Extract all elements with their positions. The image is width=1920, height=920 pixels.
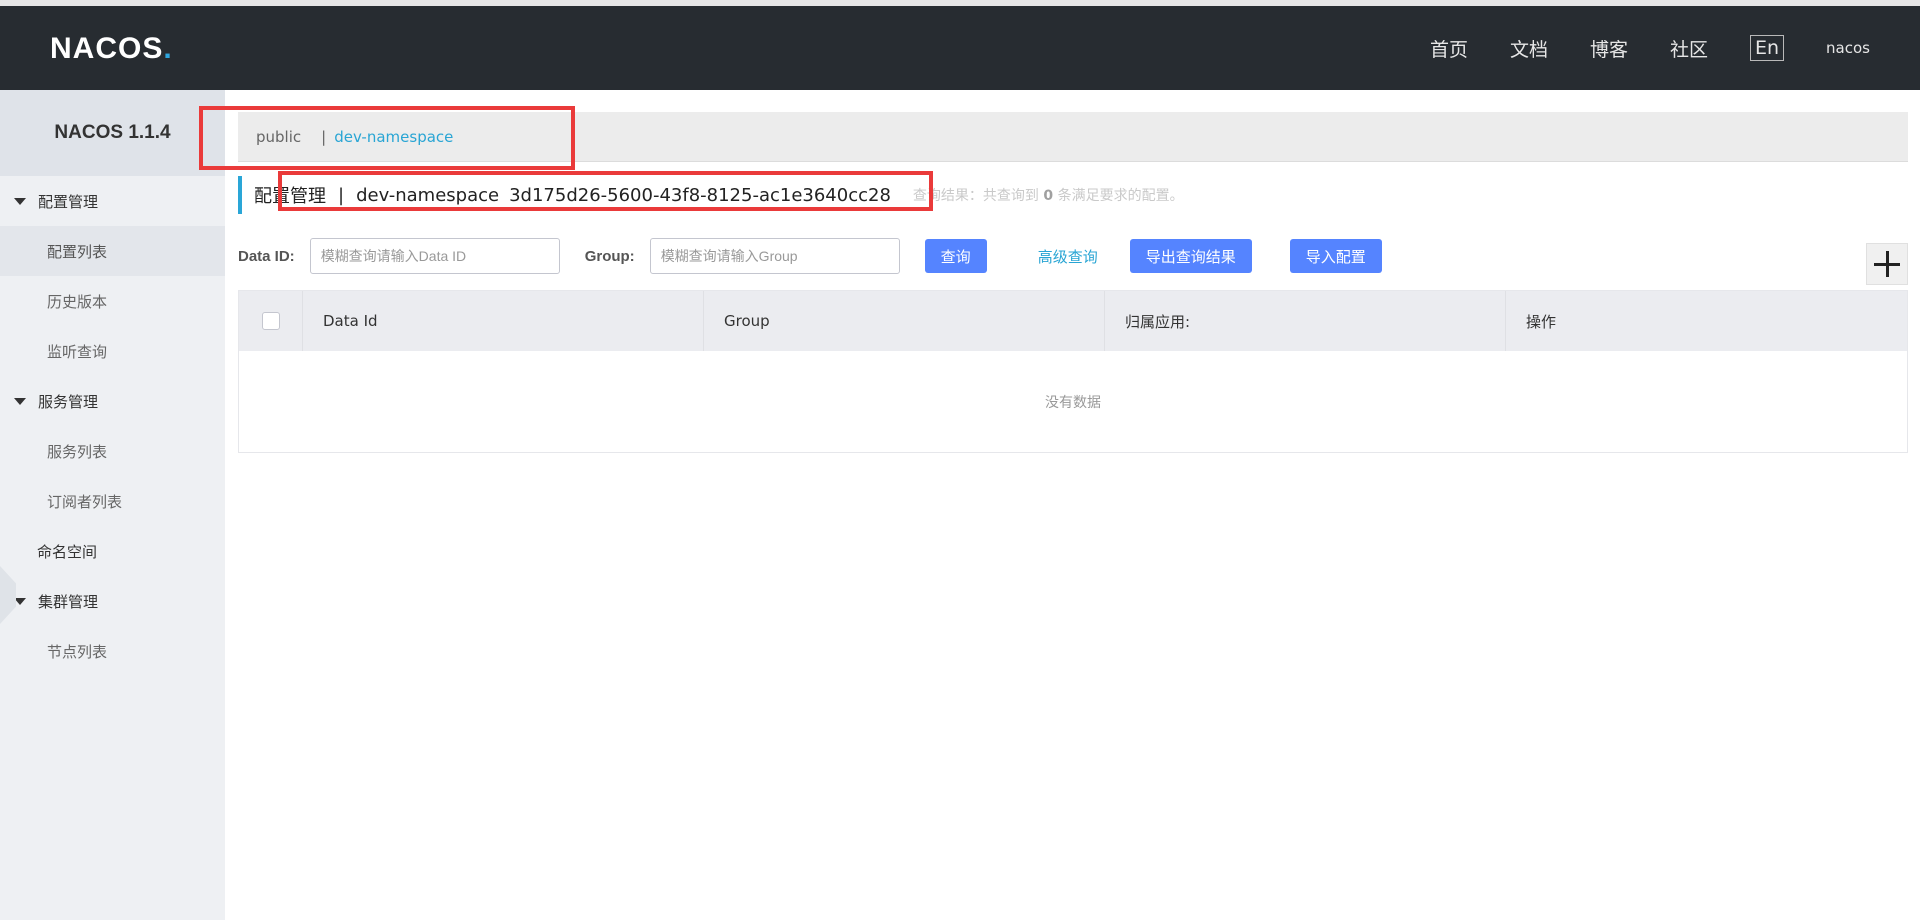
select-all-checkbox[interactable] [261, 312, 280, 330]
top-navbar: NACOS. 首页 文档 博客 社区 En nacos [0, 0, 1920, 90]
version-title: NACOS 1.1.4 [0, 90, 225, 176]
data-id-label: Data ID: [238, 247, 295, 265]
language-toggle-button[interactable]: En [1750, 35, 1785, 61]
highlight-box-namespace-tabs [199, 106, 575, 170]
data-id-input[interactable] [309, 238, 560, 274]
nav-home-link[interactable]: 首页 [1430, 35, 1468, 62]
plus-icon-vertical [1885, 251, 1889, 277]
export-results-button[interactable]: 导出查询结果 [1129, 239, 1252, 273]
result-suffix: 条满足要求的配置。 [1057, 188, 1184, 204]
menu-group-service[interactable]: 服务管理 [0, 376, 225, 426]
sidebar: NACOS 1.1.4 配置管理 配置列表 历史版本 监听查询 服务管理 服务列… [0, 90, 225, 920]
query-result-summary: 查询结果：共查询到 0 条满足要求的配置。 [913, 185, 1184, 205]
nav-docs-link[interactable]: 文档 [1510, 35, 1548, 62]
menu-group-label: 服务管理 [38, 392, 99, 411]
menu-group-config[interactable]: 配置管理 [0, 176, 225, 226]
nav-blog-link[interactable]: 博客 [1590, 35, 1628, 62]
logo-text: NACOS [50, 32, 164, 65]
user-name[interactable]: nacos [1826, 39, 1870, 57]
caret-down-icon [14, 197, 26, 205]
nacos-logo[interactable]: NACOS. [50, 32, 173, 66]
search-form: Data ID: Group: 查询 高级查询 导出查询结果 导入配置 [238, 238, 1382, 274]
group-input[interactable] [649, 238, 900, 274]
config-table: Data Id Group 归属应用: 操作 没有数据 [238, 290, 1908, 453]
column-header-actions: 操作 [1526, 312, 1557, 331]
sidebar-item-namespace[interactable]: 命名空间 [0, 526, 225, 576]
advanced-query-link[interactable]: 高级查询 [1038, 246, 1098, 267]
logo-dot: . [163, 32, 173, 65]
sidebar-item-config-list[interactable]: 配置列表 [0, 226, 225, 276]
result-count: 0 [1043, 188, 1054, 204]
top-nav-links: 首页 文档 博客 社区 En nacos [1430, 6, 1920, 90]
group-label: Group: [584, 247, 635, 265]
sidebar-item-listener-query[interactable]: 监听查询 [0, 326, 225, 376]
column-header-app[interactable]: 归属应用: [1105, 291, 1506, 351]
highlight-box-namespace-title [278, 171, 933, 211]
menu-group-label: 配置管理 [38, 192, 99, 211]
menu-group-label: 集群管理 [38, 592, 99, 611]
menu-group-cluster[interactable]: 集群管理 [0, 576, 225, 626]
table-empty-message: 没有数据 [1045, 395, 1101, 411]
query-button[interactable]: 查询 [924, 239, 987, 273]
nav-community-link[interactable]: 社区 [1670, 35, 1708, 62]
caret-down-icon [14, 397, 26, 405]
add-config-button[interactable] [1866, 243, 1908, 285]
table-header-checkbox-cell [239, 291, 303, 351]
sidebar-item-service-list[interactable]: 服务列表 [0, 426, 225, 476]
sidebar-item-history[interactable]: 历史版本 [0, 276, 225, 326]
main-content: public | dev-namespace 配置管理 | dev-namesp… [225, 90, 1920, 920]
import-config-button[interactable]: 导入配置 [1289, 239, 1382, 273]
table-header: Data Id Group 归属应用: 操作 [239, 291, 1907, 351]
sidebar-item-subscriber-list[interactable]: 订阅者列表 [0, 476, 225, 526]
column-header-data-id[interactable]: Data Id [303, 291, 704, 351]
column-header-group[interactable]: Group [704, 291, 1105, 351]
sidebar-item-node-list[interactable]: 节点列表 [0, 626, 225, 676]
